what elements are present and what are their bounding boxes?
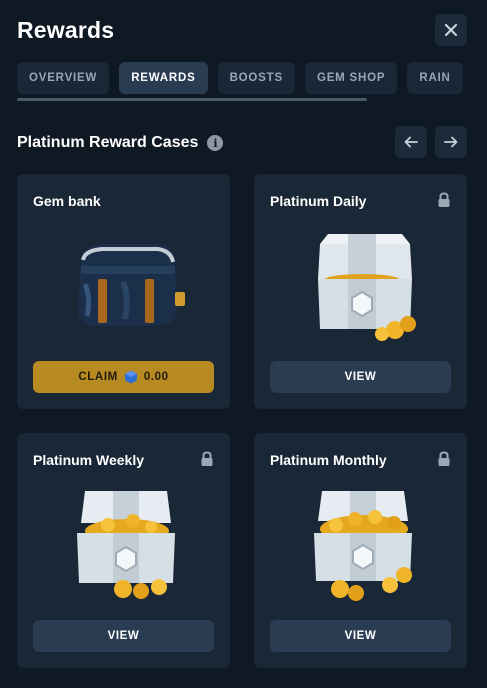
close-icon xyxy=(444,23,458,37)
arrow-left-icon xyxy=(404,136,418,148)
reward-card-platinum-monthly: Platinum Monthly VIEW xyxy=(254,433,467,668)
lock-icon xyxy=(201,451,213,466)
section-title-text: Platinum Reward Cases xyxy=(17,134,199,151)
tab-label: OVERVIEW xyxy=(29,72,98,84)
gem-bank-bag-image xyxy=(78,244,185,326)
tab-boosts[interactable]: BOOSTS xyxy=(217,62,295,94)
tab-rain[interactable]: RAIN xyxy=(407,62,463,94)
platinum-chest-image xyxy=(318,234,416,341)
card-title: Platinum Monthly xyxy=(270,452,387,468)
tab-label: REWARDS xyxy=(131,72,196,84)
section-title: Platinum Reward Cases i xyxy=(17,134,224,152)
info-icon[interactable]: i xyxy=(207,135,224,151)
card-title: Platinum Weekly xyxy=(33,452,145,468)
reward-card-platinum-daily: Platinum Daily VIEW xyxy=(254,174,467,409)
view-button[interactable]: VIEW xyxy=(270,620,451,652)
arrow-right-icon xyxy=(444,136,458,148)
tab-rewards[interactable]: REWARDS xyxy=(119,62,208,94)
lock-icon xyxy=(438,192,450,207)
card-title: Gem bank xyxy=(33,193,101,209)
tab-scrollbar[interactable] xyxy=(17,98,367,101)
reward-card-gem-bank: Gem bank CLAIM 0.00 xyxy=(17,174,230,409)
prev-button[interactable] xyxy=(395,126,427,158)
tab-overview[interactable]: OVERVIEW xyxy=(17,62,110,94)
platinum-chest-image xyxy=(314,491,412,601)
tab-gem-shop[interactable]: GEM SHOP xyxy=(304,62,398,94)
lock-icon xyxy=(438,451,450,466)
tab-label: GEM SHOP xyxy=(316,72,386,84)
header: Rewards xyxy=(17,14,467,48)
view-label: VIEW xyxy=(107,630,140,642)
platinum-chest-image xyxy=(77,491,175,599)
card-title: Platinum Daily xyxy=(270,193,367,209)
view-button[interactable]: VIEW xyxy=(270,361,451,393)
claim-button[interactable]: CLAIM 0.00 xyxy=(33,361,214,393)
view-button[interactable]: VIEW xyxy=(33,620,214,652)
view-label: VIEW xyxy=(344,371,377,383)
section-header: Platinum Reward Cases i xyxy=(17,126,467,158)
gem-icon xyxy=(124,370,137,384)
next-button[interactable] xyxy=(435,126,467,158)
view-label: VIEW xyxy=(344,630,377,642)
tab-label: RAIN xyxy=(419,72,451,84)
tab-bar: OVERVIEW REWARDS BOOSTS GEM SHOP RAIN xyxy=(17,62,487,94)
close-button[interactable] xyxy=(435,14,467,46)
page-title: Rewards xyxy=(17,17,115,43)
reward-card-platinum-weekly: Platinum Weekly VIEW xyxy=(17,433,230,668)
claim-value: 0.00 xyxy=(143,371,169,383)
claim-label: CLAIM xyxy=(78,371,118,383)
tab-label: BOOSTS xyxy=(229,72,283,84)
